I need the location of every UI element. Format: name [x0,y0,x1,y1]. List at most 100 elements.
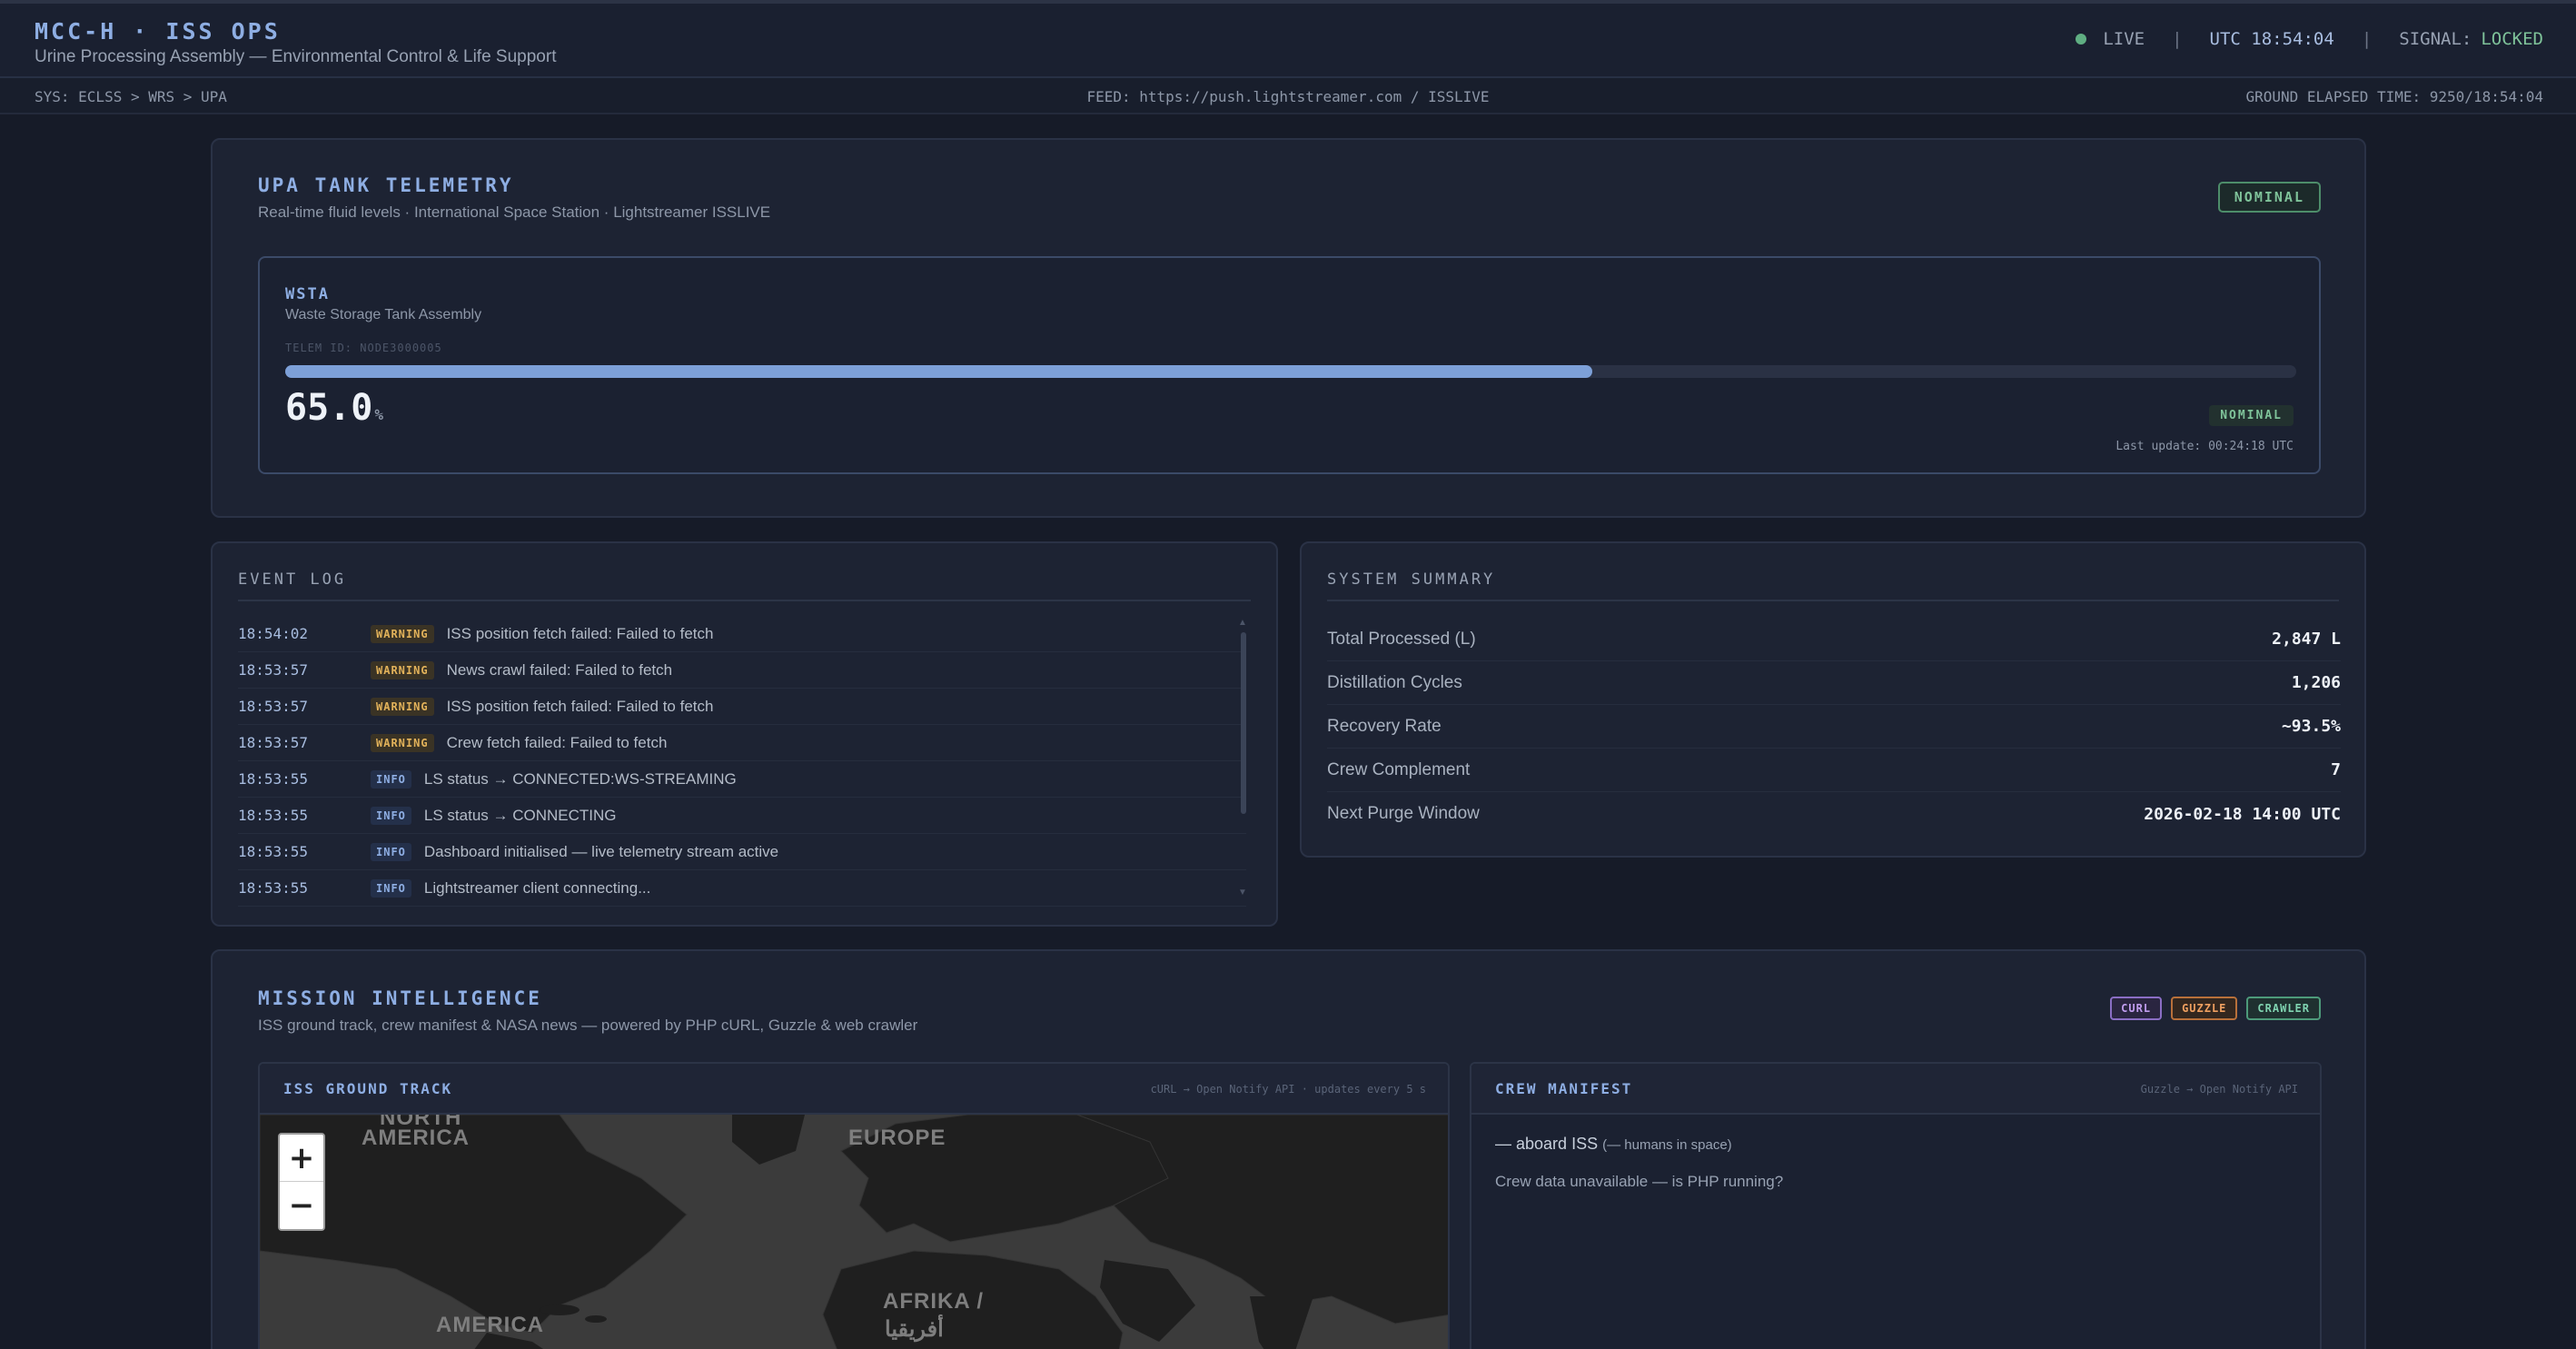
scroll-down-icon[interactable]: ▼ [1238,888,1247,898]
humans-suffix: humans in space) [1620,1137,1732,1153]
summary-row: Recovery Rate ~93.5% [1327,705,2341,749]
status-subbar: FEED: https://push.lightstreamer.com / I… [0,78,2576,114]
log-level-badge: WARNING [371,660,434,679]
summary-value: ~93.5% [2281,717,2341,736]
summary-row: Next Purge Window 2026-02-18 14:00 UTC [1327,792,2341,836]
log-level-badge: INFO [371,878,411,898]
signal-label: SIGNAL: [2399,29,2472,49]
level-bar-fill [285,365,1593,378]
panel-title: UPA TANK TELEMETRY [258,174,514,196]
utc-clock: UTC 18:54:04 [2209,29,2334,49]
log-message: ISS position fetch failed: Failed to fet… [446,624,714,642]
crew-error-message: Crew data unavailable — is PHP running? [1495,1173,1784,1190]
last-update: Last update: 00:24:18 UTC [2115,440,2294,453]
level-unit: % [374,406,383,423]
summary-value: 1,206 [2291,673,2341,692]
crew-header: CREW MANIFEST Guzzle → Open Notify API [1471,1064,2320,1115]
crew-aboard-label: aboard ISS [1516,1135,1599,1153]
log-level-badge: WARNING [371,624,434,643]
scroll-up-icon[interactable]: ▲ [1238,618,1247,628]
summary-value: 7 [2331,760,2341,779]
tank-status-badge: NOMINAL [2209,405,2294,426]
log-time: 18:53:55 [238,879,309,897]
separator: | [2361,29,2373,49]
divider [1327,600,2339,601]
ground-track-meta: cURL → Open Notify API · updates every 5… [1150,1083,1426,1096]
system-summary-panel: SYSTEM SUMMARY Total Processed (L) 2,847 … [1300,541,2366,858]
zoom-in-button[interactable]: + [280,1135,323,1182]
log-message: Dashboard initialised — live telemetry s… [423,842,779,860]
panel-title: MISSION INTELLIGENCE [258,987,542,1009]
log-entry: 18:53:57 WARNING News crawl failed: Failed… [238,652,1246,689]
ground-track-panel: ISS GROUND TRACK cURL → Open Notify API … [258,1062,1450,1349]
level-bar [285,365,2296,378]
telemetry-id: TELEM ID: NODE3000005 [285,342,442,354]
tag-guzzle: GUZZLE [2171,997,2238,1020]
panel-subtitle: Real-time fluid levels · International S… [258,203,771,221]
level-value: 65.0 [285,387,373,429]
map-label-africa-arabic: أفريقيا [885,1317,944,1342]
signal-value: LOCKED [2481,29,2543,49]
summary-label: Next Purge Window [1327,804,1480,823]
section-title: EVENT LOG [238,570,347,589]
crew-title: CREW MANIFEST [1495,1080,1633,1097]
app-subtitle: Urine Processing Assembly — Environmenta… [35,47,557,66]
tank-name: WSTA [285,285,330,303]
event-log-list[interactable]: 18:54:02 WARNING ISS position fetch failed… [238,616,1246,907]
crew-meta: Guzzle → Open Notify API [2140,1083,2298,1096]
app-title: MCC-H · ISS OPS [35,18,281,45]
live-indicator-icon [2076,34,2087,45]
app-header: MCC-H · ISS OPS Urine Processing Assembl… [0,4,2576,78]
log-level-badge: WARNING [371,697,434,716]
feed-url: FEED: https://push.lightstreamer.com / I… [1086,88,1490,105]
live-label: LIVE [2103,29,2145,49]
crew-manifest-panel: CREW MANIFEST Guzzle → Open Notify API —… [1470,1062,2322,1349]
log-level-badge: INFO [371,842,411,861]
log-entry: 18:53:57 WARNING ISS position fetch failed… [238,689,1246,725]
log-entry: 18:53:55 INFO LS status → CONNECTING [238,798,1246,834]
log-message: Crew fetch failed: Failed to fetch [446,733,668,751]
log-level-badge: INFO [371,769,411,789]
summary-list: Total Processed (L) 2,847 L Distillation C… [1327,618,2341,836]
log-level-badge: WARNING [371,733,434,752]
log-message: Lightstreamer client connecting... [423,878,651,897]
log-message: LS status → CONNECTED:WS-STREAMING [423,769,737,788]
log-time: 18:53:55 [238,807,309,824]
log-time: 18:53:57 [238,734,309,751]
summary-row: Crew Complement 7 [1327,749,2341,792]
log-time: 18:54:02 [238,625,309,642]
log-entry: 18:54:02 WARNING ISS position fetch failed… [238,616,1246,652]
log-entry: 18:53:55 INFO Lightstreamer client connect… [238,870,1246,907]
summary-label: Total Processed (L) [1327,629,1476,649]
header-status: LIVE | UTC 18:54:04 | SIGNAL: LOCKED [2076,29,2543,49]
scrollbar[interactable]: ▲ ▼ [1238,618,1249,898]
summary-value: 2026-02-18 14:00 UTC [2144,804,2341,824]
crew-count: — [1495,1135,1511,1153]
scrollbar-thumb[interactable] [1241,632,1246,814]
log-time: 18:53:57 [238,661,309,679]
log-entry: 18:53:55 INFO LS status → CONNECTED:WS-STR… [238,761,1246,798]
summary-label: Recovery Rate [1327,716,1442,736]
event-log-panel: EVENT LOG 18:54:02 WARNING ISS position fe… [211,541,1278,927]
upa-telemetry-panel: UPA TANK TELEMETRY Real-time fluid level… [211,138,2366,518]
ground-track-map[interactable]: NORTH AMERICA EUROPE AMERICA AFRIKA / أف… [260,1115,1448,1349]
map-label-europe: EUROPE [848,1126,946,1150]
map-label-africa: AFRIKA / [883,1289,985,1314]
tank-card-wsta: WSTA Waste Storage Tank Assembly TELEM I… [258,256,2321,474]
summary-row: Distillation Cycles 1,206 [1327,661,2341,705]
ground-elapsed-time: GROUND ELAPSED TIME: 9250/18:54:04 [2245,88,2543,105]
log-level-badge: INFO [371,806,411,825]
zoom-out-button[interactable]: − [280,1182,323,1229]
summary-label: Crew Complement [1327,759,1471,779]
breadcrumb: SYS: ECLSS > WRS > UPA [35,88,227,105]
log-message: LS status → CONNECTING [423,806,617,824]
ground-track-header: ISS GROUND TRACK cURL → Open Notify API … [260,1064,1448,1115]
tag-crawler: CRAWLER [2246,997,2321,1020]
zoom-control: + − [278,1133,325,1231]
log-entry: 18:53:55 INFO Dashboard initialised — live… [238,834,1246,870]
log-time: 18:53:55 [238,843,309,860]
log-message: ISS position fetch failed: Failed to fet… [446,697,714,715]
log-time: 18:53:57 [238,698,309,715]
summary-value: 2,847 L [2272,630,2341,649]
tag-curl: CURL [2110,997,2163,1020]
